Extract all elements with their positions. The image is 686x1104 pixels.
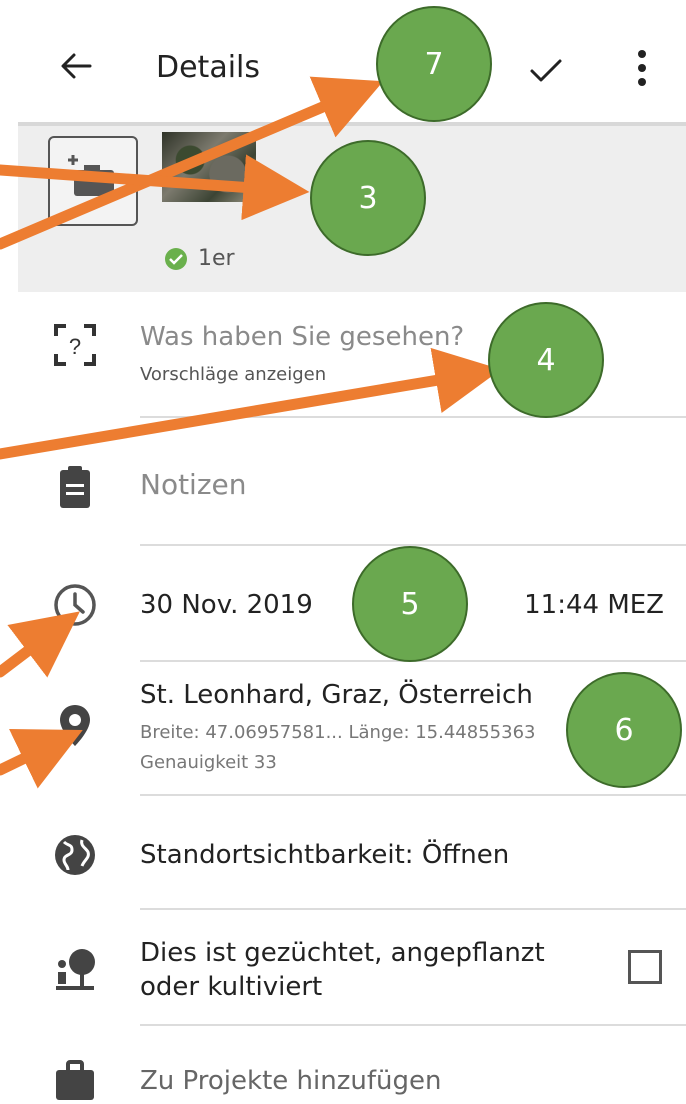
time-field[interactable]: 11:44 MEZ xyxy=(524,590,664,620)
visibility-row[interactable]: Standortsichtbarkeit: Öffnen xyxy=(18,796,686,910)
notes-input[interactable]: Notizen xyxy=(140,468,247,501)
photo-status: 1er xyxy=(164,246,235,271)
page-title: Details xyxy=(156,50,261,85)
divider xyxy=(140,416,686,418)
back-arrow-icon[interactable] xyxy=(56,46,96,86)
date-field[interactable]: 30 Nov. 2019 xyxy=(140,590,313,620)
location-name: St. Leonhard, Graz, Österreich xyxy=(140,680,533,710)
projects-row[interactable]: Zu Projekte hinzufügen xyxy=(18,1026,686,1104)
add-photo-icon xyxy=(68,155,114,196)
cultivated-row[interactable]: Dies ist gezüchtet, angepflanzt oder kul… xyxy=(18,910,686,1026)
check-circle-icon xyxy=(165,247,187,270)
annotation-badge: 3 xyxy=(310,140,426,256)
add-to-projects-button[interactable]: Zu Projekte hinzufügen xyxy=(140,1066,441,1096)
top-app-bar: Details xyxy=(18,0,686,126)
svg-text:?: ? xyxy=(69,334,81,359)
annotation-badge: 6 xyxy=(566,672,682,788)
annotation-badge: 7 xyxy=(376,6,492,122)
add-photo-button[interactable] xyxy=(48,136,138,226)
annotation-badge: 4 xyxy=(488,302,604,418)
clipboard-icon xyxy=(60,466,90,508)
cultivated-checkbox[interactable] xyxy=(628,950,662,984)
location-visibility-label[interactable]: Standortsichtbarkeit: Öffnen xyxy=(140,840,509,870)
location-coordinates: Breite: 47.06957581... Länge: 15.4485536… xyxy=(140,722,536,743)
globe-icon xyxy=(55,835,95,875)
notes-row[interactable]: Notizen xyxy=(18,420,686,546)
annotation-badge: 5 xyxy=(352,546,468,662)
briefcase-icon xyxy=(56,1060,94,1100)
species-input[interactable]: Was haben Sie gesehen? xyxy=(140,322,464,352)
cultivated-label: Dies ist gezüchtet, angepflanzt oder kul… xyxy=(140,938,545,1002)
location-pin-icon xyxy=(60,705,90,746)
cultivated-plant-icon xyxy=(56,949,95,990)
save-check-icon[interactable] xyxy=(526,50,566,90)
location-accuracy: Genauigkeit 33 xyxy=(140,752,277,773)
more-options-icon[interactable] xyxy=(622,46,662,90)
clock-icon xyxy=(54,584,96,626)
species-identify-icon: ? xyxy=(54,324,96,366)
show-suggestions-link[interactable]: Vorschläge anzeigen xyxy=(140,364,326,385)
observation-photo-thumbnail[interactable] xyxy=(162,132,256,202)
photo-status-label: 1er xyxy=(198,246,235,271)
